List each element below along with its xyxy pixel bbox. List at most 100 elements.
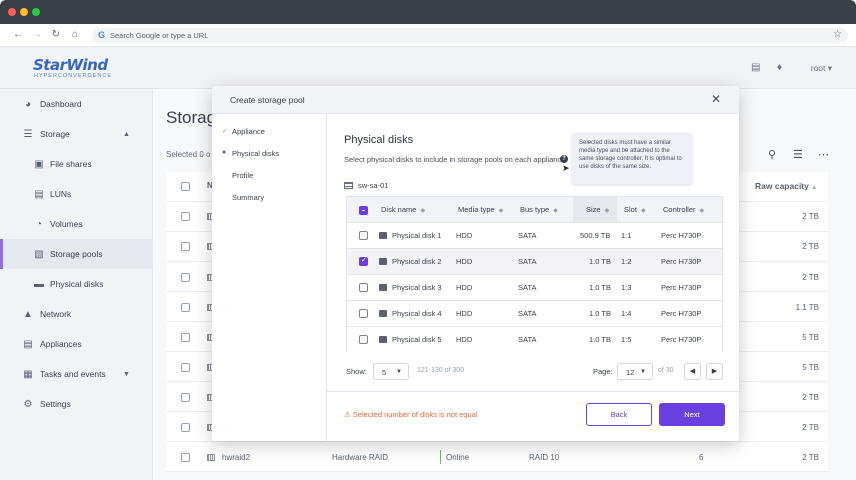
sidebar-item-label: Tasks and events xyxy=(40,369,106,379)
slot-cell: 1:5 xyxy=(621,335,632,344)
col-disk-name[interactable]: Disk name ◆ xyxy=(381,197,426,223)
table-row[interactable]: Physical disk 5 HDD SATA 1.0 TB 1:5 Perc… xyxy=(347,326,722,352)
minimize-window-icon[interactable] xyxy=(20,8,28,16)
table-row[interactable]: Physical disk 2 HDD SATA 1.0 TB 1:2 Perc… xyxy=(347,248,722,274)
next-button[interactable]: Next xyxy=(659,403,725,426)
size-cell: 1.0 TB xyxy=(589,283,611,292)
disk-icon xyxy=(379,284,387,291)
col-controller[interactable]: Controller ◆ xyxy=(663,197,705,223)
row-checkbox[interactable] xyxy=(359,309,368,318)
row-checkbox[interactable] xyxy=(181,212,190,221)
storage-icon: ☰ xyxy=(23,128,33,140)
media-type-cell: HDD xyxy=(456,283,473,292)
disk-name-cell: Physical disk 5 xyxy=(392,335,442,344)
prev-page-icon[interactable]: ◀ xyxy=(684,363,701,380)
col-media-type[interactable]: Media type ◆ xyxy=(458,197,504,223)
maximize-window-icon[interactable] xyxy=(32,8,40,16)
search-icon[interactable]: ⚲ xyxy=(768,148,776,161)
raw-capacity-label: Raw capacity xyxy=(755,181,809,191)
row-checkbox[interactable] xyxy=(181,363,190,372)
folder-icon: ▣ xyxy=(34,158,44,170)
step-profile[interactable]: Profile xyxy=(232,171,253,180)
forward-arrow-icon[interactable]: → xyxy=(31,29,43,41)
sidebar-item-network[interactable]: ▲ Network xyxy=(0,299,153,329)
col-slot[interactable]: Slot ◆ xyxy=(624,197,646,223)
sidebar-item-file-shares[interactable]: ▣ File shares xyxy=(0,149,153,179)
raw-capacity-cell: 2 TB xyxy=(802,423,819,432)
row-checkbox[interactable] xyxy=(359,335,368,344)
user-menu[interactable]: root ▾ xyxy=(811,63,832,74)
select-all-checkbox[interactable] xyxy=(359,206,368,215)
sidebar-item-appliances[interactable]: ▤ Appliances xyxy=(0,329,153,359)
sidebar-item-settings[interactable]: ⚙ Settings xyxy=(0,389,153,419)
close-icon[interactable]: ✕ xyxy=(711,92,721,106)
step-appliance[interactable]: Appliance xyxy=(232,127,265,136)
select-all-checkbox[interactable] xyxy=(181,182,190,191)
sidebar-item-label: Dashboard xyxy=(40,99,82,109)
row-checkbox[interactable] xyxy=(181,303,190,312)
browser-titlebar xyxy=(0,0,856,24)
bus-type-cell: SATA xyxy=(518,257,537,266)
table-row[interactable] xyxy=(166,442,828,472)
step-physical-disks[interactable]: Physical disks xyxy=(232,149,279,158)
bookmark-star-icon[interactable]: ☆ xyxy=(833,29,842,40)
sidebar-item-tasks-and-events[interactable]: ▦ Tasks and events ▼ xyxy=(0,359,153,389)
back-arrow-icon[interactable]: ← xyxy=(12,29,24,41)
disk-name-cell: Physical disk 3 xyxy=(392,283,442,292)
sort-icon: ◆ xyxy=(699,208,705,214)
table-row[interactable]: Physical disk 4 HDD SATA 1.0 TB 1:4 Perc… xyxy=(347,300,722,326)
starwind-logo[interactable]: StarWind xyxy=(33,56,108,74)
sort-icon: ▲ xyxy=(811,185,818,191)
col-size[interactable]: Size ◆ xyxy=(573,197,617,223)
sidebar-item-storage[interactable]: ☰ Storage ▲ xyxy=(0,119,153,149)
tasks-icon: ▦ xyxy=(23,368,33,380)
slot-cell: 1:2 xyxy=(621,257,632,266)
pool-type-cell: Hardware RAID xyxy=(332,453,389,462)
controller-cell: Perc H730P xyxy=(661,335,702,344)
step-summary[interactable]: Summary xyxy=(232,193,264,202)
sidebar-item-label: File shares xyxy=(50,159,92,169)
row-checkbox[interactable] xyxy=(181,242,190,251)
omnibox-placeholder: Search Google or type a URL xyxy=(110,31,209,40)
sidebar-item-luns[interactable]: ▤ LUNs xyxy=(0,179,153,209)
row-checkbox[interactable] xyxy=(181,423,190,432)
close-window-icon[interactable] xyxy=(8,8,16,16)
sidebar-item-dashboard[interactable]: ◕ Dashboard xyxy=(0,89,153,119)
sidebar-item-physical-disks[interactable]: ▬ Physical disks xyxy=(0,269,153,299)
back-button[interactable]: Back xyxy=(586,403,652,426)
next-page-icon[interactable]: ▶ xyxy=(706,363,723,380)
row-checkbox[interactable] xyxy=(181,393,190,402)
row-checkbox[interactable] xyxy=(181,333,190,342)
raw-capacity-header[interactable]: Raw capacity ▲ xyxy=(755,181,817,191)
notes-icon[interactable]: ▤ xyxy=(751,62,760,73)
home-icon[interactable]: ⌂ xyxy=(69,29,81,41)
column-label: Controller xyxy=(663,205,696,214)
current-step-dot-icon: ● xyxy=(222,149,227,156)
logo-subtitle: HYPERCONVERGENCE xyxy=(34,73,113,79)
table-row[interactable]: Physical disk 3 HDD SATA 1.0 TB 1:3 Perc… xyxy=(347,274,722,300)
row-checkbox[interactable] xyxy=(359,256,368,266)
row-checkbox[interactable] xyxy=(181,273,190,282)
more-icon[interactable]: ⋯ xyxy=(818,148,829,161)
col-bus-type[interactable]: Bus type ◆ xyxy=(520,197,558,223)
row-checkbox[interactable] xyxy=(359,283,368,292)
sidebar-item-label: Settings xyxy=(40,399,71,409)
gear-icon: ⚙ xyxy=(23,398,33,410)
disk-name-cell: Physical disk 2 xyxy=(392,257,442,266)
row-checkbox[interactable] xyxy=(181,453,190,462)
page-number-select[interactable]: 12 ▼ xyxy=(617,363,653,380)
reload-icon[interactable]: ↻ xyxy=(50,29,62,41)
bell-icon[interactable]: ♦ xyxy=(777,62,782,73)
table-row[interactable]: Physical disk 1 HDD SATA 500.9 TB 1:1 Pe… xyxy=(347,222,722,248)
raw-capacity-cell: 2 TB xyxy=(802,393,819,402)
raw-capacity-cell: 5 TB xyxy=(802,333,819,342)
help-icon[interactable]: ? xyxy=(560,155,568,163)
filter-icon[interactable]: ☰ xyxy=(793,148,803,161)
disk-icon xyxy=(379,336,387,343)
media-type-cell: HDD xyxy=(456,231,473,240)
sidebar-item-volumes[interactable]: ◔ Volumes xyxy=(0,209,153,239)
sidebar-item-storage-pools[interactable]: ▧ Storage pools xyxy=(0,239,153,269)
row-checkbox[interactable] xyxy=(359,231,368,240)
omnibox[interactable]: G Search Google or type a URL ☆ xyxy=(92,28,848,43)
page-size-select[interactable]: 5 ▼ xyxy=(373,363,409,380)
